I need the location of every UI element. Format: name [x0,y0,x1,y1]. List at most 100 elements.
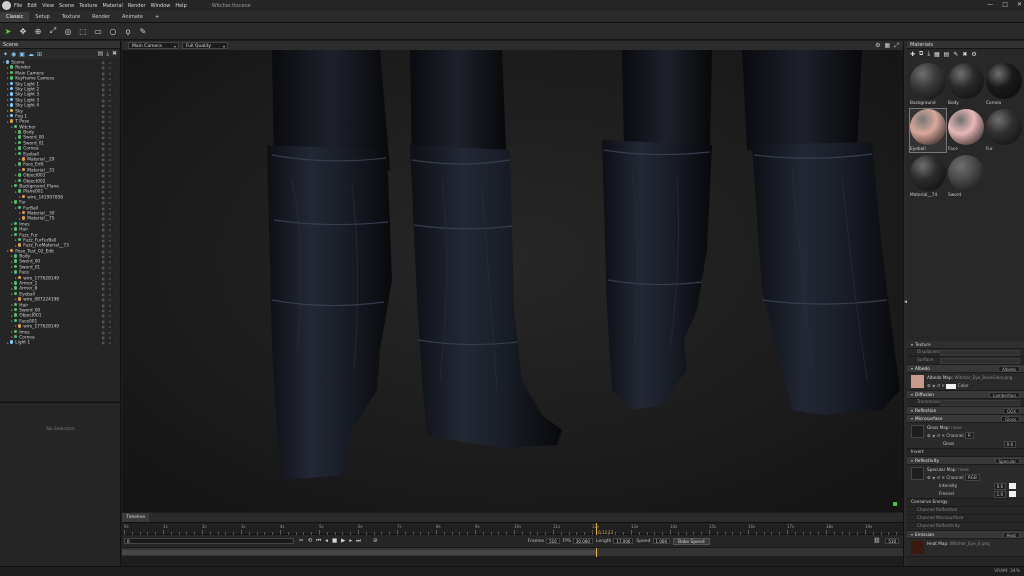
circle-select-tool-icon[interactable]: ○ [108,26,118,36]
gloss-value[interactable]: 0.6 [1003,441,1016,448]
tree-expand-icon[interactable]: ▸ [11,125,13,129]
reflectivity-section[interactable]: ▾ Reflectivity Specular [907,457,1024,465]
move-tool-icon[interactable]: ✥ [18,26,28,36]
menu-edit[interactable]: Edit [27,3,37,9]
tree-expand-icon[interactable]: ▸ [19,217,21,221]
step-back-icon[interactable]: ◂ [325,538,328,544]
menu-view[interactable]: View [42,3,54,9]
add-sky-icon[interactable]: ☁ [28,51,34,58]
tree-expand-icon[interactable]: ▸ [7,249,9,253]
tree-expand-icon[interactable]: ▸ [15,147,17,151]
fresnel-value[interactable]: 1.0 [993,491,1006,498]
texture-section[interactable]: ▾ Texture [907,341,1024,349]
emission-mode-select[interactable]: Heat [1002,532,1020,538]
tree-expand-icon[interactable]: ▸ [7,71,9,75]
tree-expand-icon[interactable]: ▸ [19,195,21,199]
tree-expand-icon[interactable]: ▸ [7,93,9,97]
tab-timeline[interactable]: Timeline [122,513,150,522]
tree-expand-icon[interactable]: ▸ [11,265,13,269]
menu-scene[interactable]: Scene [59,3,74,9]
render-viewport[interactable] [122,50,903,512]
displacement-row[interactable]: Displacement [907,349,1024,357]
tree-expand-icon[interactable]: ▸ [7,66,9,70]
tree-expand-icon[interactable]: ▸ [7,114,9,118]
channel-reflection-row[interactable]: Channel Reflection [907,507,1024,515]
gear-icon[interactable]: ⚙ [875,42,880,50]
import-icon[interactable]: ⤓ [106,50,109,58]
add-group-icon[interactable]: ⊞ [37,51,42,58]
tree-expand-icon[interactable]: ▸ [15,324,17,328]
record-icon[interactable]: ⊘ [373,538,378,544]
fps-input[interactable]: 30.000 [572,538,593,544]
material-swatch[interactable] [948,109,984,145]
pointer-tool-icon[interactable]: ➤ [3,26,13,36]
material-swatch[interactable] [910,109,946,145]
intensity-color-swatch[interactable] [1009,483,1016,489]
speed-input[interactable]: 1.000 [652,538,670,544]
tab-add[interactable]: + [149,12,165,22]
stop-icon[interactable]: ■ [332,538,337,544]
timeline-track[interactable] [122,547,903,557]
minimize-icon[interactable]: — [987,1,993,8]
surface-row[interactable]: Surface [907,357,1024,365]
close-icon[interactable]: ✕ [1017,1,1022,8]
bake-speed-button[interactable]: Bake Speed [672,537,710,545]
frame-field[interactable]: 0 [124,538,294,544]
tree-expand-icon[interactable]: ▸ [11,227,13,231]
select-tool-icon[interactable]: ⬚ [78,26,88,36]
lasso-tool-icon[interactable]: ϙ [123,26,133,36]
tree-expand-icon[interactable]: ▸ [15,206,17,210]
tab-render[interactable]: Render [86,12,116,22]
tree-expand-icon[interactable]: ▸ [15,179,17,183]
albedo-mode-select[interactable]: Albedo [998,366,1020,372]
reflectivity-mode-select[interactable]: Specular [994,458,1020,464]
cut-icon[interactable]: ✂ [299,538,304,544]
tree-expand-icon[interactable]: ▸ [15,244,17,248]
tree-expand-icon[interactable]: ▸ [15,173,17,177]
tree-expand-icon[interactable]: ▸ [7,87,9,91]
tree-expand-icon[interactable]: ▸ [19,157,21,161]
tree-expand-icon[interactable]: ▸ [15,276,17,280]
play-icon[interactable]: ▶ [341,538,345,544]
skip-start-icon[interactable]: ⏮ [316,538,321,545]
tree-expand-icon[interactable]: ▸ [15,163,17,167]
microsurface-section[interactable]: ▾ Microsurface Gloss [907,415,1024,423]
tree-expand-icon[interactable]: ▸ [7,76,9,80]
material-swatch[interactable] [948,63,984,99]
duplicate-icon[interactable]: ⧉ [919,50,923,58]
tree-expand-icon[interactable]: ▸ [11,184,13,188]
tree-expand-icon[interactable]: ▸ [11,233,13,237]
maximize-icon[interactable]: ⤢ [894,42,899,50]
tree-expand-icon[interactable]: ▸ [19,211,21,215]
tree-expand-icon[interactable]: ▸ [3,60,5,64]
heat-thumbnail[interactable] [911,541,924,554]
albedo-section[interactable]: ▾ Albedo Albedo [907,365,1024,373]
reflection-section[interactable]: ▾ Reflection GGX [907,407,1024,415]
folder-material-icon[interactable]: ▤ [944,51,950,58]
box-select-tool-icon[interactable]: ▭ [93,26,103,36]
paint-tool-icon[interactable]: ✎ [138,26,148,36]
tree-expand-icon[interactable]: ▸ [7,98,9,102]
tree-expand-icon[interactable]: ▸ [11,330,13,334]
timeline-ruler[interactable]: 0:12.12 0s 1s 2s 3s 4s 5s 6s 7s 8s 9s 10s 11s 12s 13s… [122,522,903,536]
tree-expand-icon[interactable]: ▸ [7,109,9,113]
loop-icon[interactable]: ⟲ [308,538,313,544]
menu-material[interactable]: Material [103,3,123,9]
tree-expand-icon[interactable]: ▸ [11,292,13,296]
link-icon[interactable]: ⛓ [873,538,880,544]
material-swatch[interactable] [910,63,946,99]
tree-expand-icon[interactable]: ▸ [15,136,17,140]
library-icon[interactable]: ▦ [934,51,940,58]
tree-expand-icon[interactable]: ▸ [7,103,9,107]
maximize-icon[interactable]: □ [1002,1,1008,8]
tree-expand-icon[interactable]: ▸ [7,341,9,345]
albedo-color-swatch[interactable] [946,383,957,389]
intensity-value[interactable]: 0.6 [993,483,1006,490]
emission-section[interactable]: ▾ Emission Heat [907,531,1024,539]
fresnel-color-swatch[interactable] [1009,491,1016,497]
diffusion-mode-select[interactable]: Lambertian [989,392,1020,398]
transmission-row[interactable]: Transmission [907,399,1024,407]
material-swatch[interactable] [948,155,984,191]
tree-expand-icon[interactable]: ▸ [11,260,13,264]
tab-animate[interactable]: Animate [116,12,149,22]
